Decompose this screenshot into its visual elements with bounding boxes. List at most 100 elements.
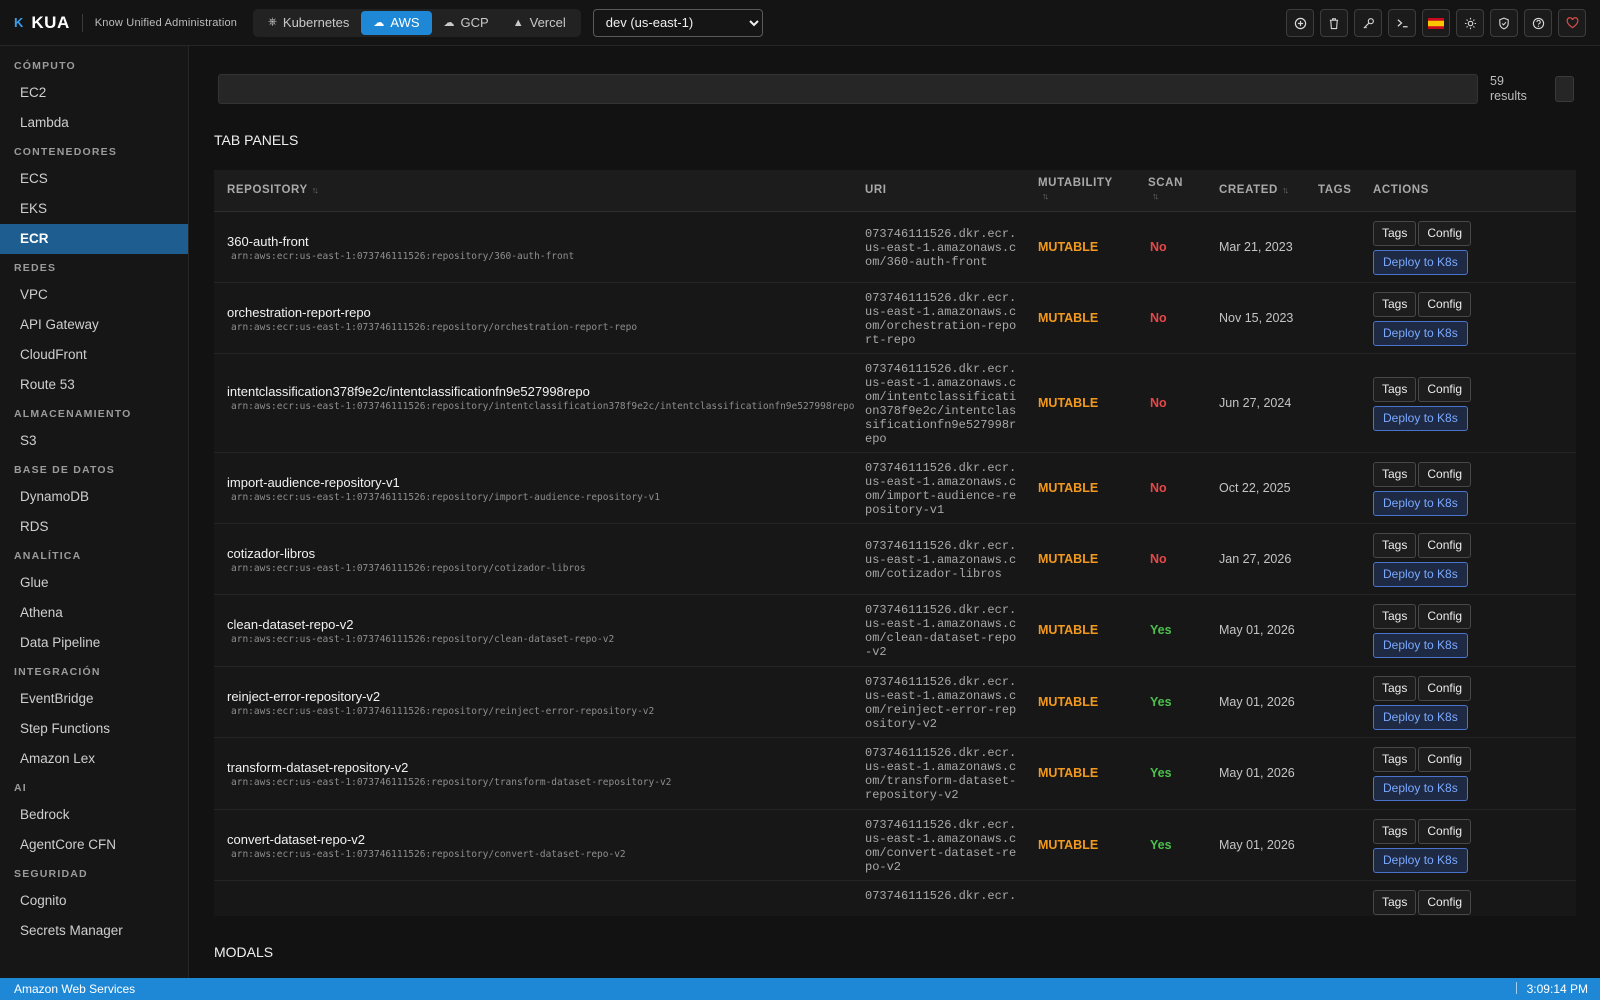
sidebar-item-ecs[interactable]: ECS — [0, 164, 188, 194]
sidebar-item-glue[interactable]: Glue — [0, 568, 188, 598]
key-icon[interactable] — [1354, 9, 1382, 37]
tags-button[interactable]: Tags — [1373, 818, 1417, 844]
deploy-to-k8s-button[interactable]: Deploy to K8s — [1373, 776, 1468, 801]
column-repository[interactable]: REPOSITORY ↑↓ — [227, 184, 319, 196]
repository-name[interactable]: intentclassification378f9e2c/intentclass… — [227, 384, 867, 400]
column-mutability[interactable]: MUTABILITY ↑↓ — [1038, 177, 1113, 203]
table-row: 073746111526.dkr.ecr. Tags Config — [214, 881, 1576, 916]
repositories-table: REPOSITORY ↑↓ URI MUTABILITY ↑↓ SCAN ↑↓ CRE… — [214, 170, 1576, 916]
sidebar-item-dynamodb[interactable]: DynamoDB — [0, 482, 188, 512]
deploy-to-k8s-button[interactable]: Deploy to K8s — [1373, 490, 1468, 516]
tab-gcp[interactable]: ☁ GCP — [432, 11, 501, 35]
sidebar-item-vpc[interactable]: VPC — [0, 280, 188, 310]
sidebar-item-eventbridge[interactable]: EventBridge — [0, 684, 188, 714]
config-button[interactable]: Config — [1418, 675, 1472, 701]
sidebar-item-cognito[interactable]: Cognito — [0, 886, 188, 916]
mutability-badge: MUTABLE — [1038, 551, 1099, 566]
heart-icon[interactable] — [1558, 9, 1586, 37]
sidebar-item-step-functions[interactable]: Step Functions — [0, 714, 188, 744]
shield-icon[interactable] — [1490, 9, 1518, 37]
config-button[interactable]: Config — [1418, 376, 1472, 402]
app-logo[interactable]: K KUA Know Unified Administration — [0, 0, 237, 45]
region-select[interactable]: dev (us-east-1) — [592, 8, 763, 37]
column-tags: TAGS — [1318, 184, 1352, 196]
sidebar-item-route-53[interactable]: Route 53 — [0, 370, 188, 400]
tab-kubernetes[interactable]: ⎈ Kubernetes — [256, 11, 361, 35]
column-label: REPOSITORY — [227, 184, 308, 196]
repository-arn: arn:aws:ecr:us-east-1:073746111526:repos… — [231, 491, 660, 503]
deploy-to-k8s-button[interactable]: Deploy to K8s — [1373, 633, 1468, 658]
config-button[interactable]: Config — [1418, 747, 1472, 772]
tags-button[interactable]: Tags — [1373, 291, 1417, 317]
plus-circle-icon[interactable] — [1286, 9, 1314, 37]
tab-aws[interactable]: ☁ AWS — [361, 10, 432, 35]
repository-uri: 073746111526.dkr.ecr.us-east-1.amazonaws… — [865, 290, 1017, 347]
config-button[interactable]: Config — [1418, 604, 1472, 629]
config-button[interactable]: Config — [1418, 890, 1472, 915]
column-created[interactable]: CREATED ↑↓ — [1219, 184, 1289, 196]
created-date: Oct 22, 2025 — [1219, 480, 1291, 495]
column-scan[interactable]: SCAN ↑↓ — [1148, 177, 1183, 203]
filter-button[interactable] — [1555, 76, 1574, 102]
deploy-to-k8s-button[interactable]: Deploy to K8s — [1373, 704, 1468, 730]
tags-button[interactable]: Tags — [1373, 220, 1417, 246]
tags-button[interactable]: Tags — [1373, 675, 1417, 701]
sidebar-item-amazon-lex[interactable]: Amazon Lex — [0, 744, 188, 774]
tab-vercel[interactable]: ▲ Vercel — [501, 11, 578, 35]
sidebar-item-secrets-manager[interactable]: Secrets Manager — [0, 916, 188, 946]
deploy-to-k8s-button[interactable]: Deploy to K8s — [1373, 561, 1468, 587]
repository-name[interactable]: orchestration-report-repo — [227, 305, 867, 321]
created-date: May 01, 2026 — [1219, 694, 1295, 709]
repository-name[interactable]: reinject-error-repository-v2 — [227, 689, 867, 705]
repository-uri: 073746111526.dkr.ecr.us-east-1.amazonaws… — [865, 817, 1017, 874]
sidebar-item-ec2[interactable]: EC2 — [0, 78, 188, 108]
sidebar-item-eks[interactable]: EKS — [0, 194, 188, 224]
sidebar-item-lambda[interactable]: Lambda — [0, 108, 188, 138]
repository-name[interactable]: convert-dataset-repo-v2 — [227, 832, 867, 848]
repository-cell: convert-dataset-repo-v2 arn:aws:ecr:us-ea… — [227, 832, 867, 861]
repository-name[interactable]: 360-auth-front — [227, 234, 867, 250]
sidebar-item-agentcore-cfn[interactable]: AgentCore CFN — [0, 830, 188, 860]
cloud-icon: ☁ — [373, 17, 385, 29]
config-button[interactable]: Config — [1418, 461, 1472, 487]
terminal-icon[interactable] — [1388, 9, 1416, 37]
sun-icon[interactable] — [1456, 9, 1484, 37]
sidebar-section-title: REDES — [14, 262, 57, 274]
sidebar-item-data-pipeline[interactable]: Data Pipeline — [0, 628, 188, 658]
repository-name[interactable]: import-audience-repository-v1 — [227, 475, 867, 491]
repository-name[interactable]: cotizador-libros — [227, 546, 867, 562]
sidebar-item-s3[interactable]: S3 — [0, 426, 188, 456]
deploy-to-k8s-button[interactable]: Deploy to K8s — [1373, 847, 1468, 873]
sidebar-item-bedrock[interactable]: Bedrock — [0, 800, 188, 830]
config-button[interactable]: Config — [1418, 818, 1472, 844]
config-button[interactable]: Config — [1418, 220, 1472, 246]
tags-button[interactable]: Tags — [1373, 604, 1417, 629]
tags-button[interactable]: Tags — [1373, 532, 1417, 558]
sidebar-item-athena[interactable]: Athena — [0, 598, 188, 628]
tags-button[interactable]: Tags — [1373, 890, 1417, 915]
repository-name[interactable]: clean-dataset-repo-v2 — [227, 617, 867, 633]
sidebar-section-title: INTEGRACIÓN — [14, 666, 101, 678]
deploy-to-k8s-button[interactable]: Deploy to K8s — [1373, 405, 1468, 431]
table-row: convert-dataset-repo-v2 arn:aws:ecr:us-ea… — [214, 810, 1576, 881]
tags-button[interactable]: Tags — [1373, 376, 1417, 402]
repository-cell: import-audience-repository-v1 arn:aws:ecr… — [227, 475, 867, 504]
search-input[interactable] — [218, 74, 1478, 104]
tags-button[interactable]: Tags — [1373, 747, 1417, 772]
tags-button[interactable]: Tags — [1373, 461, 1417, 487]
app-name: KUA — [31, 12, 70, 32]
spain-flag-icon[interactable] — [1422, 9, 1450, 37]
deploy-to-k8s-button[interactable]: Deploy to K8s — [1373, 320, 1468, 346]
mutability-badge: MUTABLE — [1038, 480, 1099, 495]
table-row: transform-dataset-repository-v2 arn:aws:e… — [214, 738, 1576, 810]
help-icon[interactable] — [1524, 9, 1552, 37]
sidebar-item-api-gateway[interactable]: API Gateway — [0, 310, 188, 340]
repository-name[interactable]: transform-dataset-repository-v2 — [227, 760, 867, 776]
deploy-to-k8s-button[interactable]: Deploy to K8s — [1373, 249, 1468, 275]
config-button[interactable]: Config — [1418, 291, 1472, 317]
config-button[interactable]: Config — [1418, 532, 1472, 558]
sidebar-item-rds[interactable]: RDS — [0, 512, 188, 542]
sidebar-item-ecr[interactable]: ECR — [0, 224, 188, 254]
sidebar-item-cloudfront[interactable]: CloudFront — [0, 340, 188, 370]
trash-icon[interactable] — [1320, 9, 1348, 37]
